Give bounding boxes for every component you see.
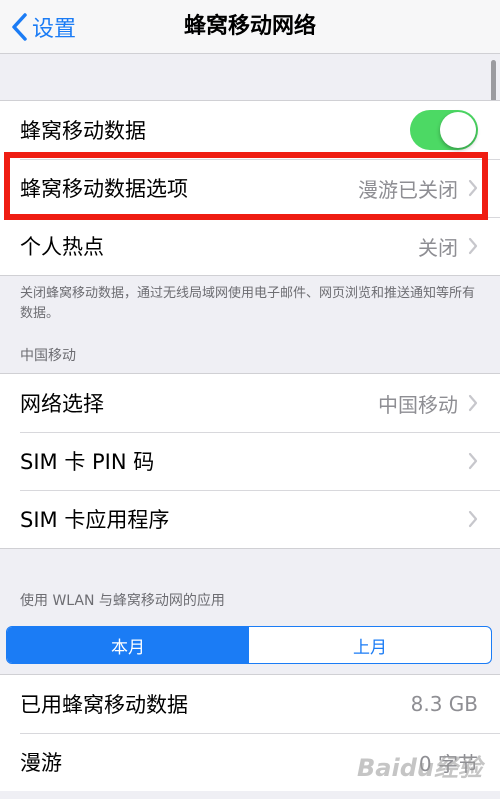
toggle-knob <box>440 112 476 148</box>
personal-hotspot-label: 个人热点 <box>20 235 104 259</box>
cellular-settings-group: 蜂窝移动数据 蜂窝移动数据选项 漫游已关闭 个人热点 关闭 <box>0 100 500 276</box>
network-selection-value: 中国移动 <box>378 392 458 417</box>
chevron-right-icon <box>468 394 478 412</box>
sim-pin-label: SIM 卡 PIN 码 <box>20 450 155 474</box>
chevron-right-icon <box>468 510 478 528</box>
navigation-bar: 设置 蜂窝移动网络 <box>0 0 500 54</box>
sim-applications-label: SIM 卡应用程序 <box>20 508 170 532</box>
cellular-data-footnote: 关闭蜂窝移动数据，通过无线局域网使用电子邮件、网页浏览和推送通知等所有数据。 <box>20 286 476 321</box>
chevron-right-icon <box>468 237 478 255</box>
network-selection-label: 网络选择 <box>20 392 104 416</box>
roaming-status-value: 漫游已关闭 <box>358 177 458 202</box>
cellular-data-label: 蜂窝移动数据 <box>20 119 146 143</box>
segment-this-month[interactable]: 本月 <box>7 627 249 663</box>
cellular-data-options-row[interactable]: 蜂窝移动数据选项 漫游已关闭 <box>0 159 500 217</box>
carrier-section-header: 中国移动 <box>20 348 76 364</box>
usage-section-header: 使用 WLAN 与蜂窝移动网的应用 <box>20 593 225 609</box>
personal-hotspot-row[interactable]: 个人热点 关闭 <box>0 217 500 275</box>
sim-pin-row[interactable]: SIM 卡 PIN 码 <box>0 432 500 490</box>
segment-last-month[interactable]: 上月 <box>249 627 491 663</box>
cellular-data-row: 蜂窝移动数据 <box>0 101 500 159</box>
carrier-settings-group: 网络选择 中国移动 SIM 卡 PIN 码 SIM 卡应用程序 <box>0 373 500 549</box>
personal-hotspot-value: 关闭 <box>418 235 458 260</box>
used-cellular-data-row: 已用蜂窝移动数据 8.3 GB <box>0 675 500 733</box>
watermark: Baidu经验 <box>357 754 482 782</box>
cellular-data-toggle[interactable] <box>410 110 478 150</box>
network-selection-row[interactable]: 网络选择 中国移动 <box>0 374 500 432</box>
cellular-data-options-label: 蜂窝移动数据选项 <box>20 177 188 201</box>
used-cellular-data-label: 已用蜂窝移动数据 <box>20 693 188 717</box>
page-title: 蜂窝移动网络 <box>183 14 316 39</box>
period-segmented-control: 本月 上月 <box>6 626 492 664</box>
sim-applications-row[interactable]: SIM 卡应用程序 <box>0 490 500 548</box>
chevron-right-icon <box>468 452 478 470</box>
used-cellular-data-value: 8.3 GB <box>410 692 478 716</box>
chevron-right-icon <box>468 179 478 197</box>
